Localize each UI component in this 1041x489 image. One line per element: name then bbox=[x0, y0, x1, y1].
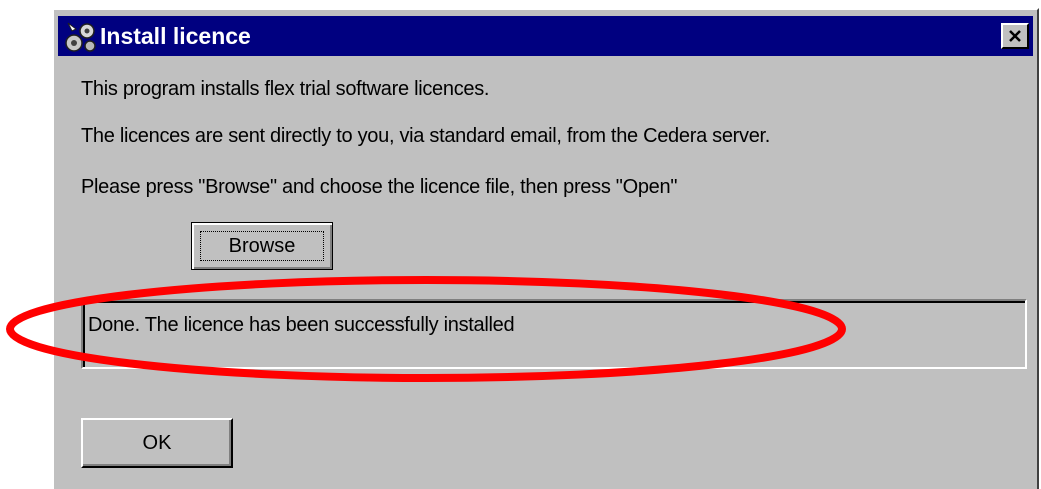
description-text-1: This program installs flex trial softwar… bbox=[81, 78, 490, 100]
instruction-text: Please press "Browse" and choose the lic… bbox=[81, 176, 678, 198]
close-button[interactable] bbox=[1001, 23, 1029, 49]
install-licence-dialog: Install licence This program installs fl… bbox=[52, 8, 1039, 489]
window-title: Install licence bbox=[100, 22, 251, 49]
screenshot: Install licence This program installs fl… bbox=[0, 0, 1041, 489]
description-text-2: The licences are sent directly to you, v… bbox=[81, 125, 771, 147]
status-message: Done. The licence has been successfully … bbox=[88, 314, 515, 336]
ok-button[interactable]: OK bbox=[81, 418, 233, 468]
browse-button-label: Browse bbox=[200, 231, 324, 261]
app-icon bbox=[64, 19, 98, 53]
status-field: Done. The licence has been successfully … bbox=[81, 299, 1027, 369]
title-bar[interactable]: Install licence bbox=[58, 16, 1033, 56]
close-icon bbox=[1009, 30, 1021, 42]
browse-button[interactable]: Browse bbox=[191, 222, 333, 270]
